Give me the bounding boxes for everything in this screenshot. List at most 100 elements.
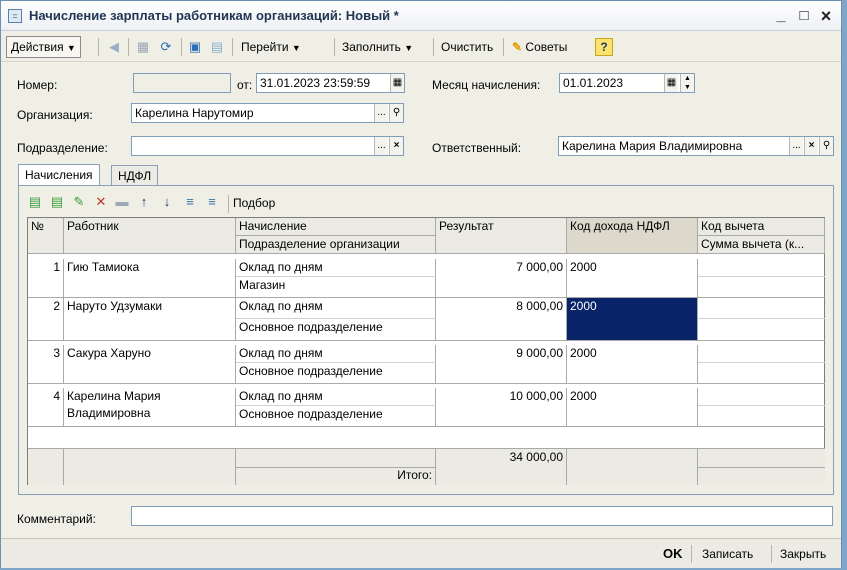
organization-field[interactable]: Карелина Нарутомир ... ⚲ xyxy=(131,103,404,123)
save-button[interactable]: Записать xyxy=(702,545,753,563)
column-header-accrual[interactable]: Начисление xyxy=(236,218,436,236)
move-down-icon[interactable]: ↓ xyxy=(159,194,175,210)
income-code-cell[interactable]: 2000 xyxy=(567,259,698,297)
accrual-cell[interactable]: Оклад по дням xyxy=(236,345,436,363)
organization-value: Карелина Нарутомир xyxy=(135,106,254,120)
delete-row-icon[interactable]: ✕ xyxy=(93,194,109,210)
ok-button[interactable]: OK xyxy=(663,545,683,563)
employee-cell[interactable]: Наруто Удзумаки xyxy=(64,298,236,340)
sort-ascending-icon[interactable]: ≡ xyxy=(182,194,198,210)
month-stepper-icon[interactable]: ▲ ▼ xyxy=(680,74,694,92)
department-cell[interactable]: Основное подразделение xyxy=(236,319,436,340)
goto-menu-button[interactable]: Перейти ▼ xyxy=(237,36,305,58)
accrual-cell[interactable]: Оклад по дням xyxy=(236,388,436,406)
window-title: Начисление зарплаты работникам организац… xyxy=(29,8,399,23)
close-window-button[interactable]: × xyxy=(816,6,836,26)
row-number: 2 xyxy=(28,298,64,340)
clear-x-icon[interactable]: × xyxy=(804,137,818,155)
employee-cell[interactable]: Карелина Мария Владимировна xyxy=(64,388,236,426)
sort-descending-icon[interactable]: ≡ xyxy=(204,194,220,210)
cell-divider xyxy=(698,467,825,468)
help-button[interactable]: ? xyxy=(595,38,613,56)
result-cell[interactable]: 10 000,00 xyxy=(436,388,567,426)
clear-x-icon[interactable]: × xyxy=(389,137,403,155)
column-header-deduction-sum[interactable]: Сумма вычета (к... xyxy=(698,236,825,254)
totals-empty-cell xyxy=(64,449,236,485)
search-icon[interactable]: ⚲ xyxy=(389,104,403,122)
print-icon[interactable]: ▤ xyxy=(209,39,225,55)
column-header-department[interactable]: Подразделение организации xyxy=(236,236,436,254)
back-arrow-icon[interactable]: ◀ xyxy=(106,39,122,55)
number-field[interactable] xyxy=(133,73,231,93)
department-label: Подразделение: xyxy=(17,141,108,155)
table-row[interactable]: 1 Гию Тамиока Оклад по дням Магазин 7 00… xyxy=(28,255,825,297)
calendar-icon[interactable]: ▦ xyxy=(390,74,404,92)
search-icon[interactable]: ⚲ xyxy=(819,137,833,155)
cell-divider xyxy=(698,405,825,406)
grid-view-icon[interactable]: ▦ xyxy=(135,39,151,55)
select-button[interactable]: Подбор xyxy=(233,196,275,210)
tab-accruals[interactable]: Начисления xyxy=(18,164,100,186)
row-number: 3 xyxy=(28,345,64,383)
refresh-icon[interactable]: ⟳ xyxy=(158,39,174,55)
actions-menu-button[interactable]: Действия ▼ xyxy=(6,36,81,58)
employee-cell[interactable]: Сакура Харуно xyxy=(64,345,236,383)
fill-menu-button[interactable]: Заполнить ▼ xyxy=(338,36,417,58)
table-row[interactable]: 3 Сакура Харуно Оклад по дням Основное п… xyxy=(28,341,825,383)
income-code-cell-selected[interactable]: 2000 xyxy=(567,298,698,340)
toolbar-separator xyxy=(771,545,772,563)
income-code-cell[interactable]: 2000 xyxy=(567,345,698,383)
result-cell[interactable]: 9 000,00 xyxy=(436,345,567,383)
end-edit-icon[interactable]: ▬ xyxy=(114,194,130,210)
row-number: 1 xyxy=(28,259,64,297)
move-up-icon[interactable]: ↑ xyxy=(136,194,152,210)
responsible-value: Карелина Мария Владимировна xyxy=(562,139,743,153)
dropdown-arrow-icon: ▼ xyxy=(66,43,76,53)
department-cell[interactable]: Основное подразделение xyxy=(236,363,436,383)
column-header-employee[interactable]: Работник xyxy=(64,218,236,254)
document-structure-icon[interactable]: ▣ xyxy=(187,39,203,55)
tips-button[interactable]: ✎ Советы xyxy=(508,36,571,58)
totals-row: Итого: 34 000,00 xyxy=(28,448,825,485)
responsible-field[interactable]: Карелина Мария Владимировна ... × ⚲ xyxy=(558,136,834,156)
income-code-cell[interactable]: 2000 xyxy=(567,388,698,426)
close-button[interactable]: Закрыть xyxy=(780,545,826,563)
cell-divider xyxy=(698,318,825,319)
result-cell[interactable]: 8 000,00 xyxy=(436,298,567,340)
minimize-button[interactable]: _ xyxy=(771,6,791,26)
tab-ndfl[interactable]: НДФЛ xyxy=(111,165,159,186)
maximize-button[interactable]: □ xyxy=(794,6,814,26)
month-field[interactable]: 01.01.2023 ▦ ▲ ▼ xyxy=(559,73,695,93)
add-row-icon[interactable]: ▤ xyxy=(27,194,43,210)
accrual-cell[interactable]: Оклад по дням xyxy=(236,259,436,277)
row-number: 4 xyxy=(28,388,64,426)
comment-field[interactable] xyxy=(131,506,833,526)
department-cell[interactable]: Магазин xyxy=(236,277,436,297)
column-header-deduction-code[interactable]: Код вычета xyxy=(698,218,825,236)
accruals-table[interactable]: № Работник Начисление Подразделение орга… xyxy=(27,217,825,485)
result-cell[interactable]: 7 000,00 xyxy=(436,259,567,297)
edit-row-icon[interactable]: ✎ xyxy=(71,194,87,210)
accrual-cell[interactable]: Оклад по дням xyxy=(236,298,436,318)
total-label: Итого: xyxy=(236,467,436,485)
select-ellipsis-icon[interactable]: ... xyxy=(374,137,388,155)
employee-cell[interactable]: Гию Тамиока xyxy=(64,259,236,297)
month-label: Месяц начисления: xyxy=(432,78,541,92)
department-field[interactable]: ... × xyxy=(131,136,404,156)
department-cell[interactable]: Основное подразделение xyxy=(236,406,436,426)
copy-row-icon[interactable]: ▤ xyxy=(49,194,65,210)
calendar-icon[interactable]: ▦ xyxy=(664,74,678,92)
date-field[interactable]: 31.01.2023 23:59:59 ▦ xyxy=(256,73,405,93)
select-ellipsis-icon[interactable]: ... xyxy=(374,104,388,122)
select-ellipsis-icon[interactable]: ... xyxy=(789,137,803,155)
cell-divider xyxy=(698,276,825,277)
clear-button[interactable]: Очистить xyxy=(437,36,497,58)
table-row[interactable]: 2 Наруто Удзумаки Оклад по дням Основное… xyxy=(28,298,825,340)
title-bar[interactable]: = Начисление зарплаты работникам организ… xyxy=(1,1,841,31)
toolbar-separator xyxy=(128,38,129,56)
column-header-result[interactable]: Результат xyxy=(436,218,567,254)
toolbar-separator xyxy=(232,38,233,56)
column-header-income-code[interactable]: Код дохода НДФЛ xyxy=(567,218,698,254)
table-row[interactable]: 4 Карелина Мария Владимировна Оклад по д… xyxy=(28,384,825,426)
column-header-number[interactable]: № xyxy=(28,218,64,254)
